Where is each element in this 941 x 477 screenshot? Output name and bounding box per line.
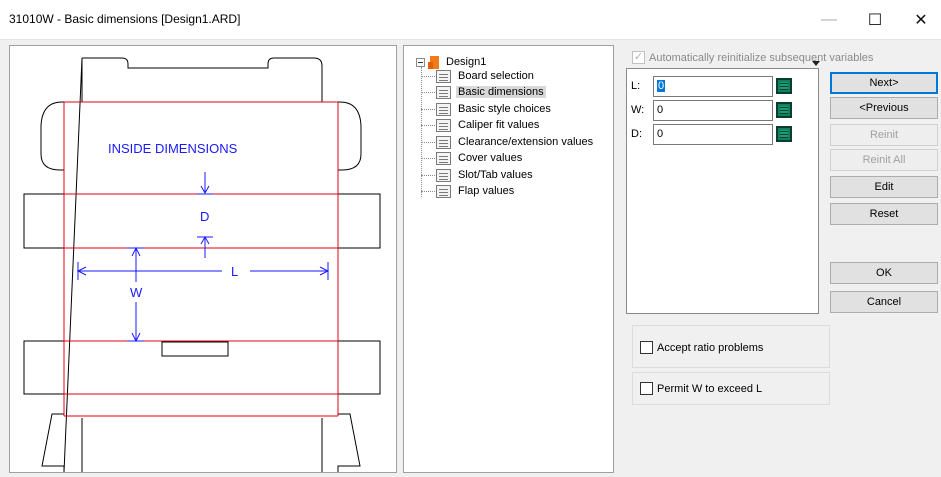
tree-root-label: Design1 [446, 56, 487, 68]
variable-row-w: W: 0 [631, 99, 792, 121]
permit-w-checkbox[interactable] [640, 382, 653, 395]
permit-w-label: Permit W to exceed L [657, 382, 763, 395]
tree-item-board-selection[interactable]: Board selection [421, 68, 536, 84]
w-value-input[interactable]: 0 [653, 99, 773, 121]
auto-reinitialize-label: Automatically reinitialize subsequent va… [649, 51, 874, 64]
tree-item-basic-style-choices[interactable]: Basic style choices [421, 101, 553, 117]
auto-reinitialize-option[interactable]: ✓ Automatically reinitialize subsequent … [632, 51, 873, 64]
tree-item-slot-tab-values[interactable]: Slot/Tab values [421, 167, 535, 183]
page-icon [436, 184, 451, 198]
variables-panel: L: 0 W: 0 D: 0 [626, 68, 819, 314]
design-tree: Design1 Board selection Basic dimensions… [403, 45, 614, 473]
permit-w-option[interactable]: Permit W to exceed L [640, 382, 762, 395]
page-icon [436, 168, 451, 182]
accept-ratio-label: Accept ratio problems [657, 341, 764, 354]
cut-outline [23, 57, 381, 472]
edit-button[interactable]: Edit [830, 176, 938, 198]
page-icon [436, 118, 451, 132]
l-value-input[interactable]: 0 [653, 75, 773, 97]
calculator-icon[interactable] [776, 102, 792, 118]
tree-item-clearance-extension-values[interactable]: Clearance/extension values [421, 134, 595, 150]
tree-item-basic-dimensions[interactable]: Basic dimensions [421, 84, 546, 100]
previous-button[interactable]: <Previous [830, 97, 938, 119]
permit-w-group: Permit W to exceed L [632, 372, 830, 405]
l-dimension-label: L [231, 264, 238, 279]
calculator-icon[interactable] [776, 126, 792, 142]
mouse-cursor-icon [812, 61, 820, 66]
minimize-icon: — [821, 11, 837, 28]
reinit-all-button[interactable]: Reinit All [830, 149, 938, 171]
variable-row-d: D: 0 [631, 123, 792, 145]
accept-ratio-group: Accept ratio problems [632, 325, 830, 368]
inside-dimensions-label: INSIDE DIMENSIONS [108, 141, 238, 156]
design-file-icon [428, 55, 440, 69]
variable-name: W: [631, 104, 645, 116]
auto-reinitialize-checkbox[interactable]: ✓ [632, 51, 645, 64]
variable-name: D: [631, 128, 642, 140]
box-diagram: INSIDE DIMENSIONS D L W [23, 57, 381, 472]
accept-ratio-checkbox[interactable] [640, 341, 653, 354]
reset-button[interactable]: Reset [830, 203, 938, 225]
reinit-button[interactable]: Reinit [830, 124, 938, 146]
page-icon [436, 135, 451, 149]
title-bar: 31010W - Basic dimensions [Design1.ARD] … [0, 0, 941, 40]
d-dimension-label: D [200, 209, 209, 224]
window-title: 31010W - Basic dimensions [Design1.ARD] [9, 12, 241, 26]
close-icon: ✕ [914, 12, 928, 29]
tree-item-caliper-fit-values[interactable]: Caliper fit values [421, 117, 541, 133]
maximize-button[interactable]: ☐ [852, 0, 898, 40]
box-diagram-panel: INSIDE DIMENSIONS D L W [9, 45, 397, 473]
maximize-icon: ☐ [867, 12, 883, 29]
close-button[interactable]: ✕ [898, 0, 941, 40]
tree-item-cover-values[interactable]: Cover values [421, 150, 524, 166]
cancel-button[interactable]: Cancel [830, 291, 938, 313]
accept-ratio-option[interactable]: Accept ratio problems [640, 341, 763, 354]
page-icon [436, 69, 451, 83]
w-dimension-label: W [130, 285, 143, 300]
minimize-button[interactable]: — [806, 0, 852, 40]
ok-button[interactable]: OK [830, 262, 938, 284]
page-icon [436, 151, 451, 165]
page-icon [436, 85, 451, 99]
d-value-input[interactable]: 0 [653, 123, 773, 145]
calculator-icon[interactable] [776, 78, 792, 94]
tree-item-flap-values[interactable]: Flap values [421, 183, 516, 199]
page-icon [436, 102, 451, 116]
collapse-icon[interactable] [416, 57, 425, 67]
variable-row-l: L: 0 [631, 75, 792, 97]
next-button[interactable]: Next> [830, 72, 938, 94]
variable-name: L: [631, 80, 641, 92]
